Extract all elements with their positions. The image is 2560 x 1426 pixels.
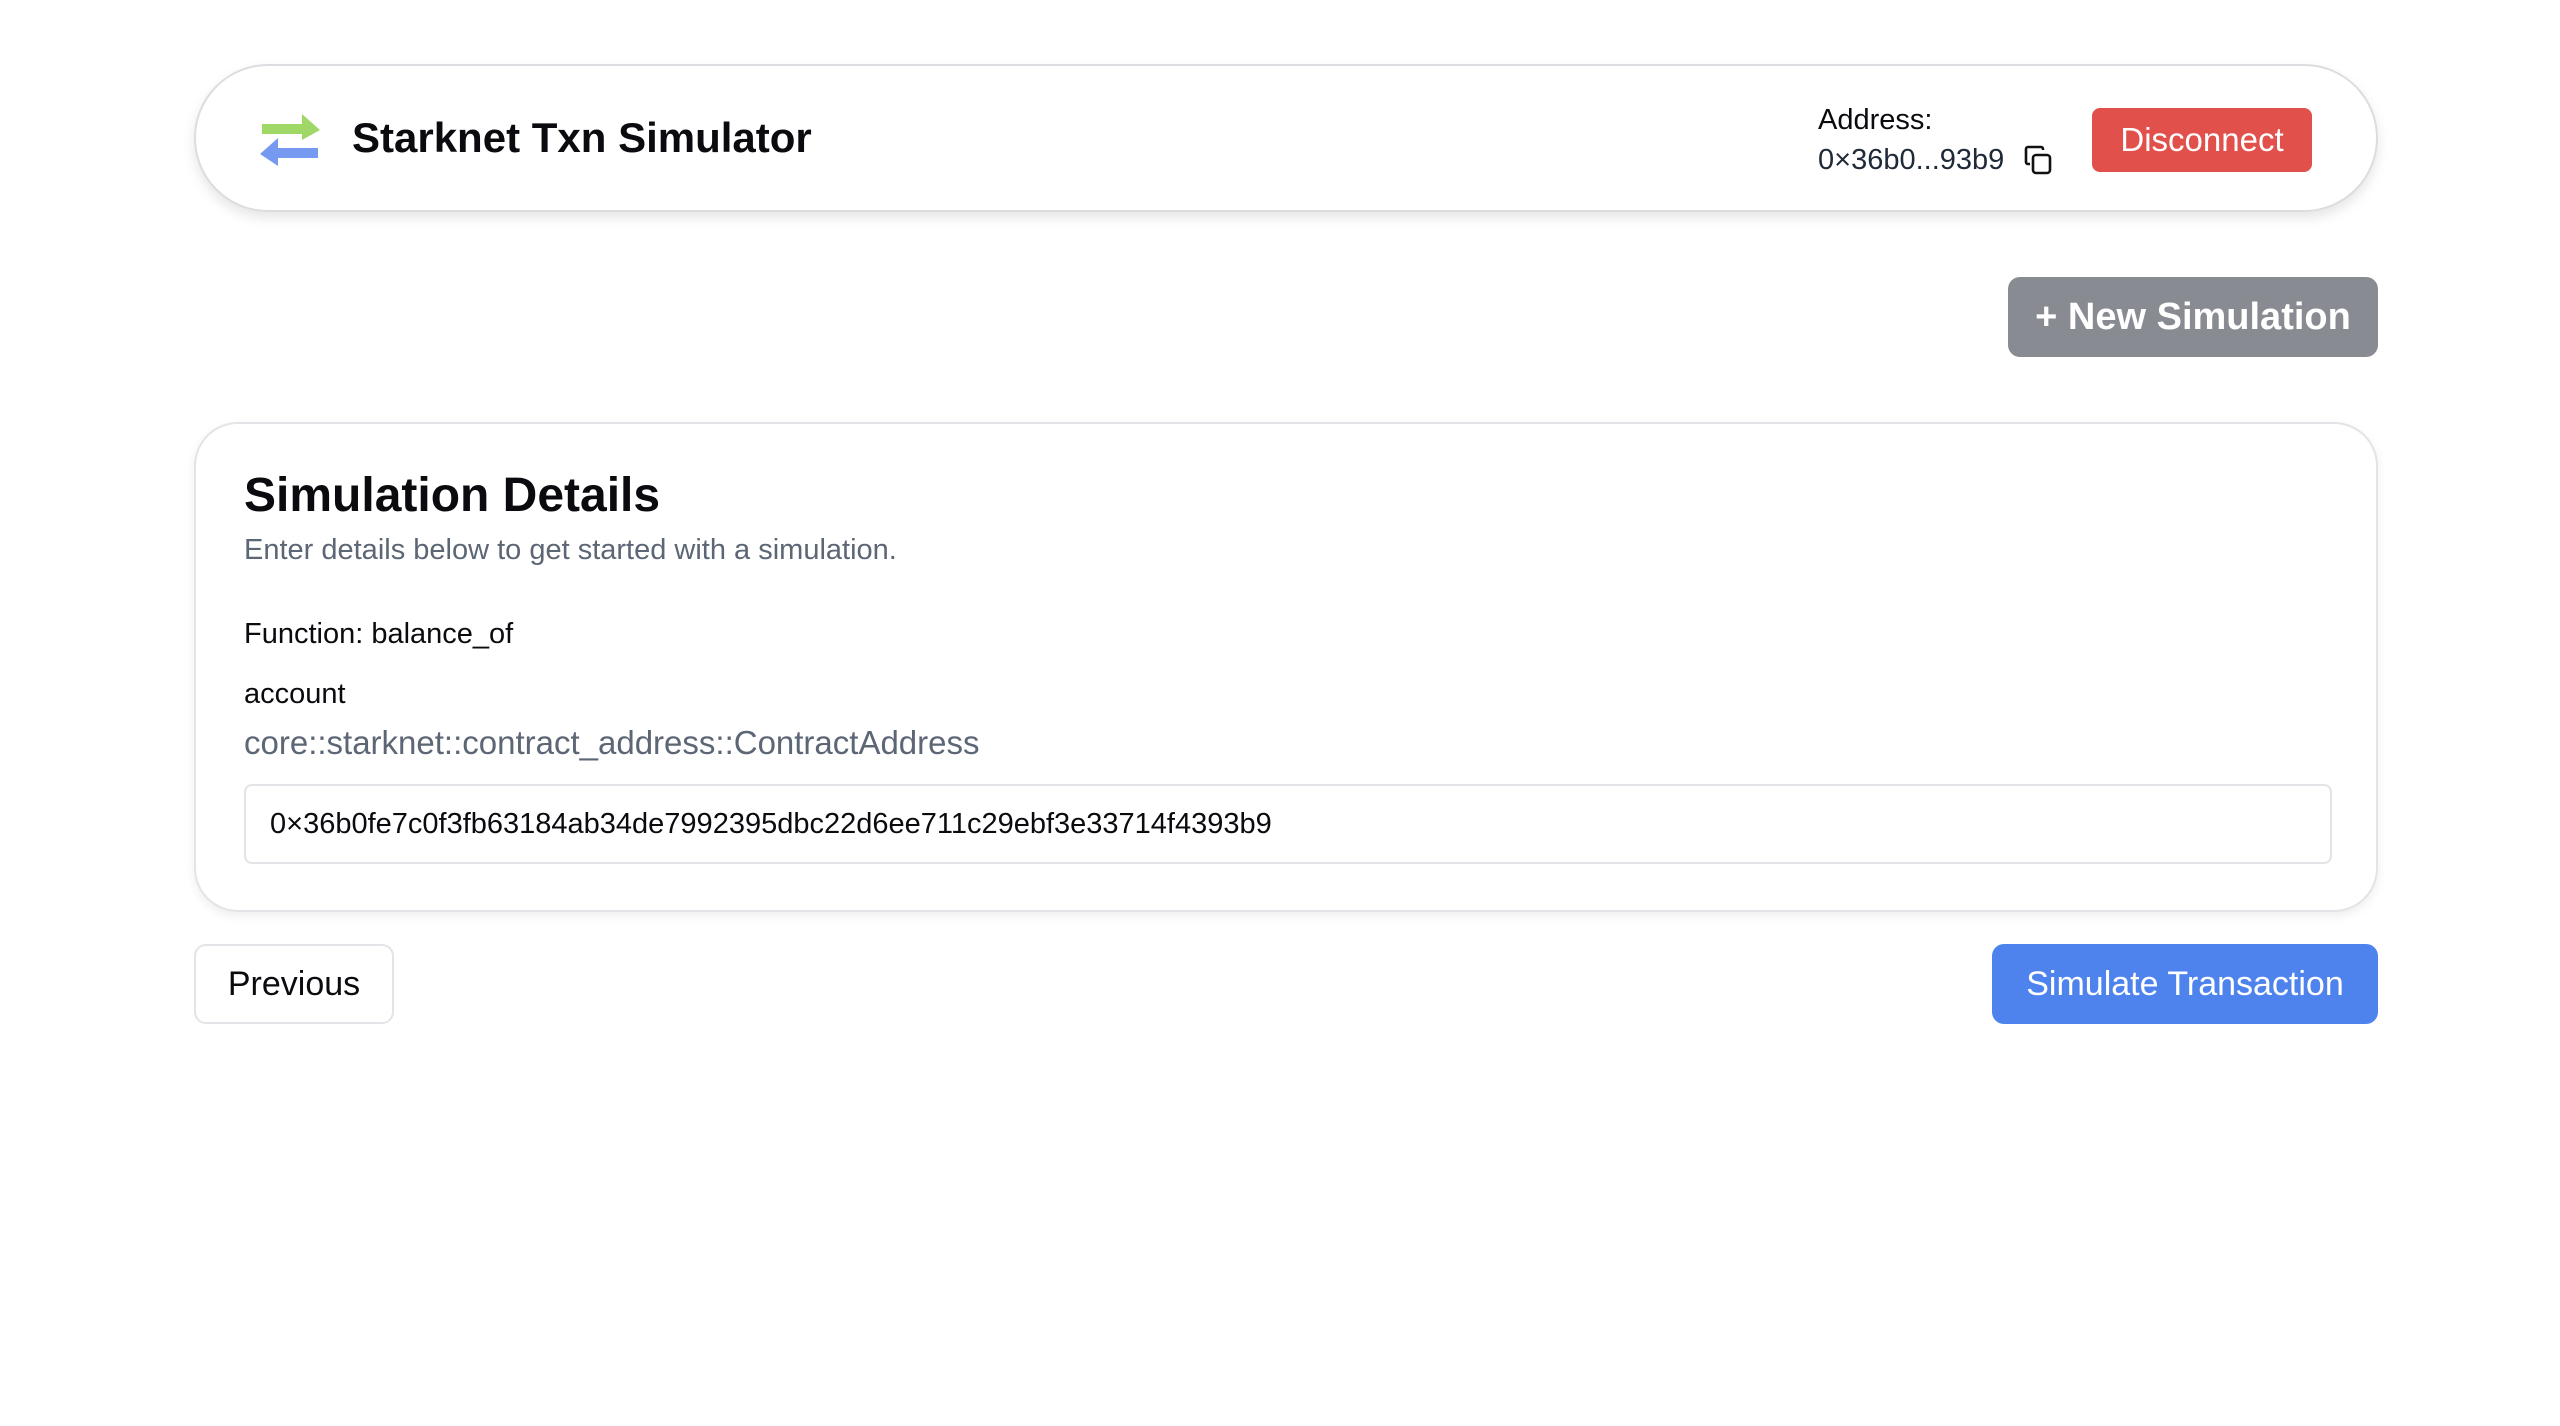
new-simulation-button[interactable]: + New Simulation [2008,277,2378,357]
card-description: Enter details below to get started with … [244,534,897,566]
previous-button[interactable]: Previous [194,944,394,1024]
address-row: 0×36b0...93b9 [1818,142,2054,178]
page: Starknet Txn Simulator Address: 0×36b0..… [0,0,2560,1426]
address-value: 0×36b0...93b9 [1818,144,2005,176]
address-label: Address: [1818,104,1933,136]
simulation-details-card: Simulation Details Enter details below t… [194,422,2378,912]
param-type: core::starknet::contract_address::Contra… [244,724,980,761]
copy-icon[interactable] [2022,144,2054,176]
app-title: Starknet Txn Simulator [352,114,812,161]
account-input[interactable] [244,784,2332,864]
swap-arrows-icon [258,110,322,170]
wallet-address-block: Address: 0×36b0...93b9 [1818,102,2054,178]
disconnect-button[interactable]: Disconnect [2092,108,2312,172]
simulate-transaction-button[interactable]: Simulate Transaction [1992,944,2378,1024]
function-label: Function: balance_of [244,618,514,650]
param-name: account [244,678,346,710]
app-header: Starknet Txn Simulator Address: 0×36b0..… [194,64,2378,212]
card-title: Simulation Details [244,469,661,522]
